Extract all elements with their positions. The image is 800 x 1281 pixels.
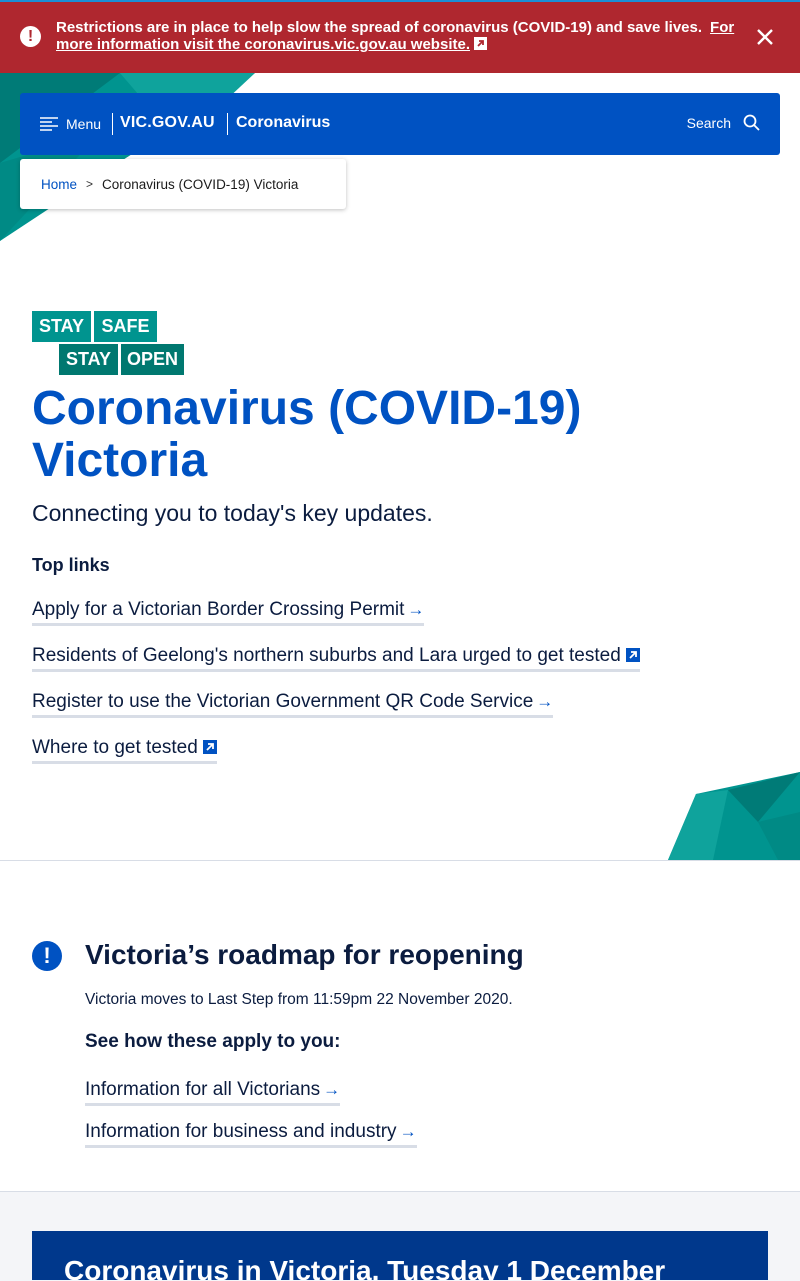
roadmap-link[interactable]: Information for all Victorians → — [85, 1078, 341, 1106]
search-icon — [743, 114, 760, 131]
roadmap-links-list: Information for all Victorians → Informat… — [85, 1078, 417, 1162]
arrow-right-icon: → — [323, 1080, 341, 1099]
breadcrumb-home[interactable]: Home — [41, 177, 77, 192]
close-icon[interactable] — [754, 26, 776, 48]
breadcrumb-separator: > — [86, 177, 94, 191]
arrow-right-icon: → — [407, 600, 425, 619]
top-link[interactable]: Apply for a Victorian Border Crossing Pe… — [32, 598, 425, 626]
exclamation-icon: ! — [32, 941, 62, 971]
menu-label: Menu — [66, 116, 102, 132]
section-divider — [0, 860, 800, 861]
breadcrumb-current: Coronavirus (COVID-19) Victoria — [102, 176, 299, 192]
list-item: Residents of Geelong's northern suburbs … — [32, 644, 640, 690]
roadmap-title: Victoria’s roadmap for reopening — [85, 939, 524, 970]
list-item: Apply for a Victorian Border Crossing Pe… — [32, 598, 640, 644]
alert-banner: ! Restrictions are in place to help slow… — [0, 0, 800, 73]
list-item: Where to get tested — [32, 736, 640, 782]
menu-button[interactable]: Menu — [40, 114, 101, 134]
breadcrumb: Home > Coronavirus (COVID-19) Victoria — [20, 159, 346, 209]
decorative-shape — [668, 772, 800, 860]
top-link[interactable]: Register to use the Victorian Government… — [32, 690, 554, 718]
menu-icon — [40, 117, 58, 131]
site-header: Menu VIC.GOV.AU Coronavirus Search — [20, 93, 780, 155]
page-title: Coronavirus (COVID-19) Victoria — [32, 382, 582, 487]
external-link-icon — [202, 740, 217, 754]
roadmap-subheading: See how these apply to you: — [85, 1031, 341, 1052]
update-card: Coronavirus in Victoria, Tuesday 1 Decem… — [32, 1231, 768, 1280]
logo-tile: STAY — [32, 311, 91, 342]
vic-gov-logo[interactable]: VIC.GOV.AU — [120, 114, 215, 132]
stay-safe-stay-open-logo: STAY SAFE STAY OPEN — [32, 311, 185, 375]
top-links-heading: Top links — [32, 555, 110, 575]
logo-tile: STAY — [59, 344, 118, 375]
external-link-icon — [625, 648, 640, 662]
site-name[interactable]: Coronavirus — [236, 114, 330, 132]
roadmap-link[interactable]: Information for business and industry → — [85, 1120, 417, 1148]
list-item: Information for business and industry → — [85, 1120, 417, 1162]
external-link-icon — [474, 37, 487, 50]
link-label: Apply for a Victorian Border Crossing Pe… — [32, 599, 405, 620]
roadmap-text: Victoria moves to Last Step from 11:59pm… — [85, 991, 513, 1008]
link-label: Information for all Victorians — [85, 1079, 321, 1100]
logo-tile: OPEN — [121, 344, 184, 375]
link-label: Where to get tested — [32, 737, 198, 758]
exclamation-icon: ! — [20, 26, 41, 47]
arrow-right-icon: → — [536, 692, 554, 711]
link-label: Residents of Geelong's northern suburbs … — [32, 645, 621, 666]
divider — [112, 113, 113, 135]
intro-text: Connecting you to today's key updates. — [32, 500, 433, 526]
link-label: Register to use the Victorian Government… — [32, 691, 534, 712]
list-item: Information for all Victorians → — [85, 1078, 417, 1120]
arrow-right-icon: → — [399, 1122, 417, 1141]
top-link[interactable]: Where to get tested — [32, 736, 217, 764]
search-label: Search — [686, 114, 731, 131]
update-title: Coronavirus in Victoria, Tuesday 1 Decem… — [64, 1255, 666, 1280]
top-links-list: Apply for a Victorian Border Crossing Pe… — [32, 598, 640, 782]
top-link[interactable]: Residents of Geelong's northern suburbs … — [32, 644, 640, 672]
logo-tile: SAFE — [94, 311, 157, 342]
alert-text: Restrictions are in place to help slow t… — [56, 19, 736, 53]
list-item: Register to use the Victorian Government… — [32, 690, 640, 736]
link-label: Information for business and industry — [85, 1121, 397, 1142]
alert-message: Restrictions are in place to help slow t… — [56, 19, 703, 36]
divider — [227, 113, 228, 135]
search-button[interactable]: Search — [687, 114, 760, 131]
